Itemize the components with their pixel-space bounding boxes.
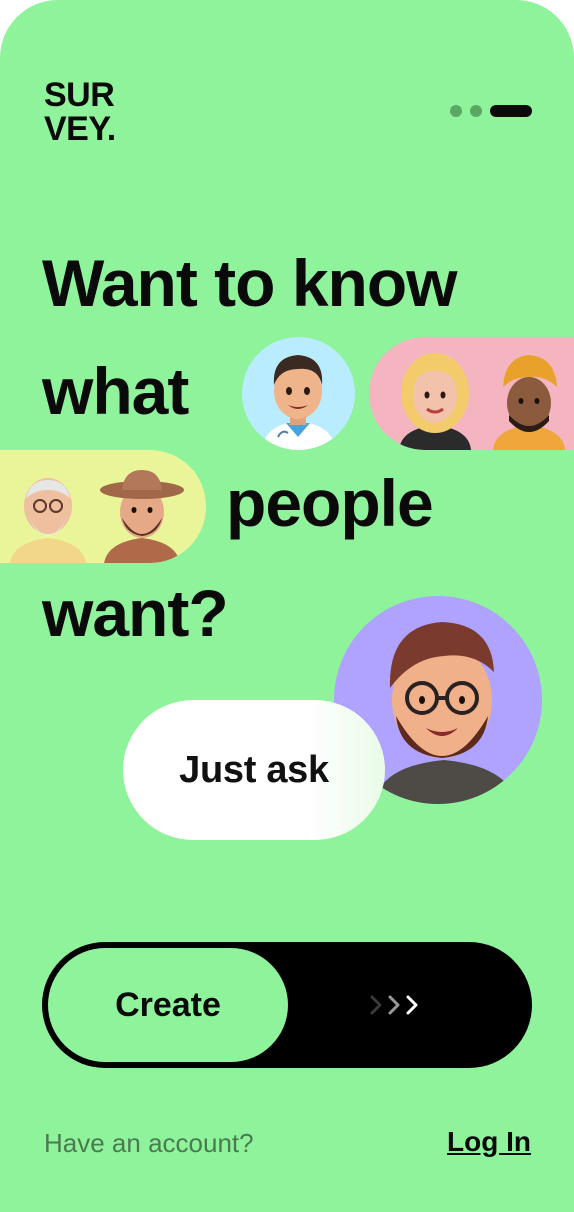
brand-logo-line1: SUR <box>44 76 115 114</box>
headline-line-1: Want to know <box>42 246 457 320</box>
doctor-avatar <box>242 337 355 450</box>
create-label: Create <box>115 985 221 1024</box>
onboarding-screen: SUR VEY. Want to know what people want? <box>0 0 574 1212</box>
brand-logo-line2: VEY. <box>44 110 116 148</box>
headline-line-3: people <box>226 466 434 540</box>
avatar-group-yellow-illustration <box>10 470 184 563</box>
headline-line-4: want? <box>42 576 229 650</box>
just-ask-label: Just ask <box>179 748 329 791</box>
page-indicator <box>450 105 532 117</box>
doctor-avatar-illustration <box>262 355 336 450</box>
avatar-group-pink-illustration <box>399 353 565 450</box>
avatar-group-pink <box>369 337 574 450</box>
page-dot-active[interactable] <box>490 105 532 117</box>
just-ask-bubble[interactable]: Just ask <box>123 700 385 840</box>
triple-chevron-right-icon <box>368 990 428 1020</box>
brand-logo: SUR VEY. <box>44 78 116 146</box>
have-account-text: Have an account? <box>44 1128 254 1158</box>
headline-line-2: what <box>42 354 189 428</box>
page-dot-2[interactable] <box>470 105 482 117</box>
page-dot-1[interactable] <box>450 105 462 117</box>
create-slider[interactable]: Create <box>42 942 532 1068</box>
avatar-group-yellow <box>0 450 206 563</box>
create-slider-knob[interactable]: Create <box>48 948 288 1062</box>
login-link[interactable]: Log In <box>447 1126 531 1158</box>
